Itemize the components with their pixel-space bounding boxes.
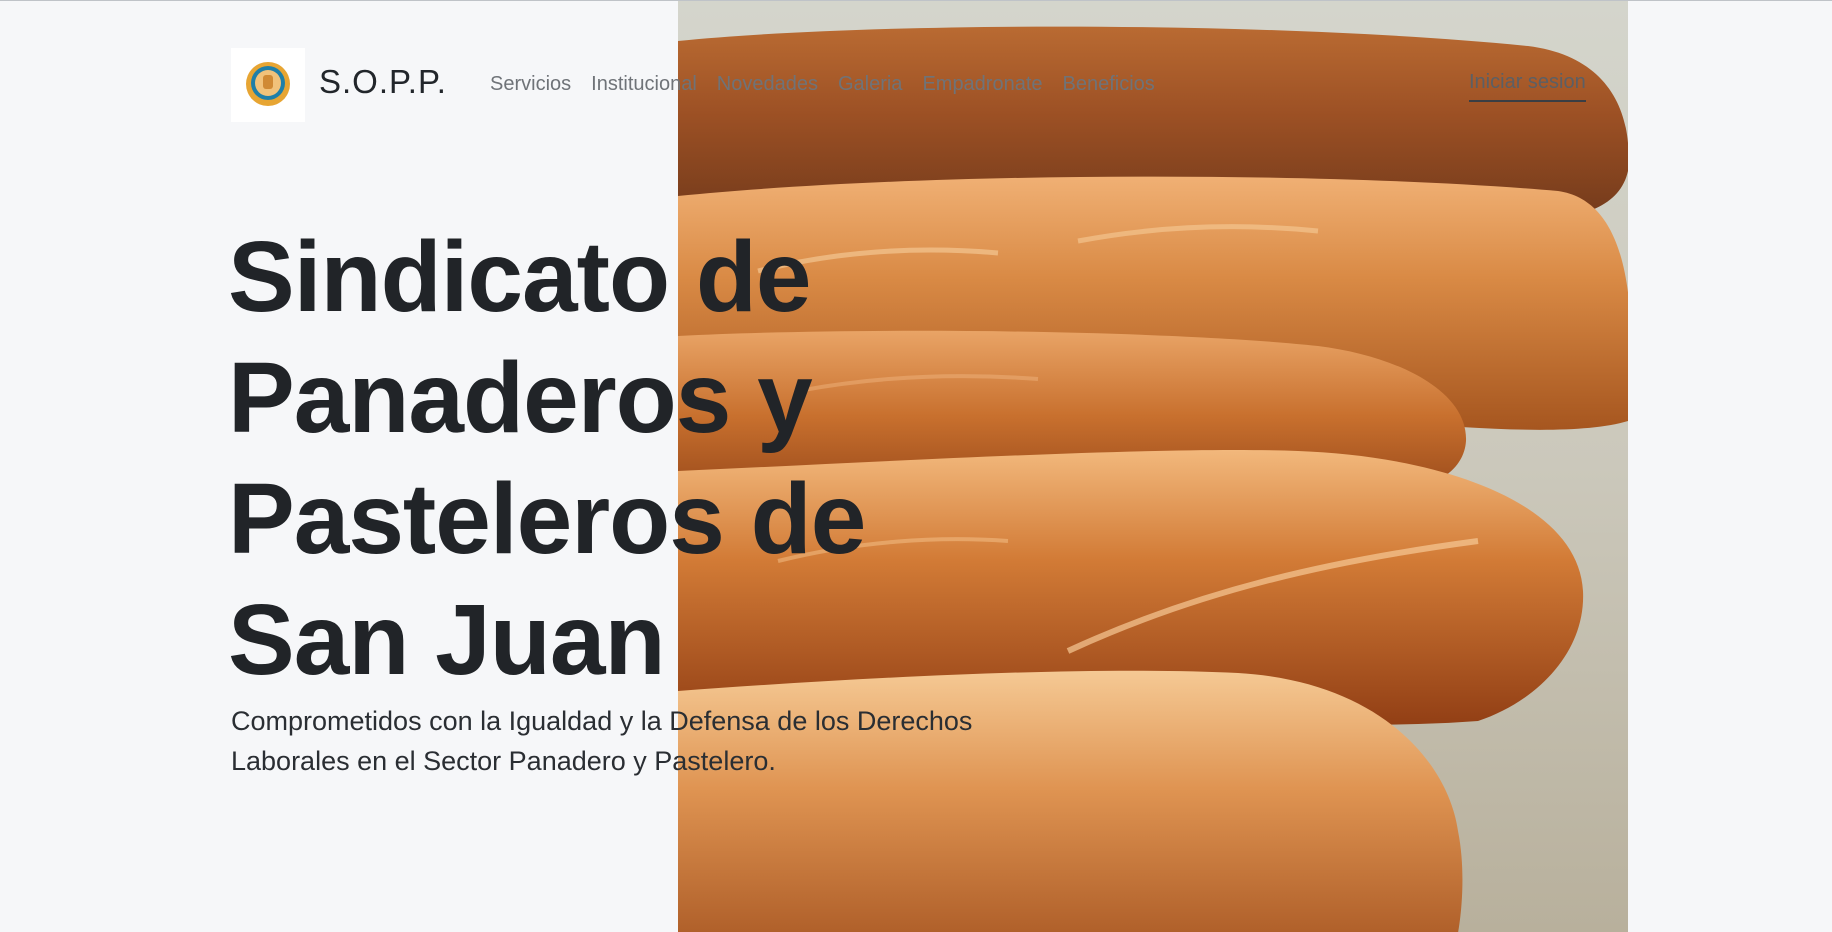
nav-galeria[interactable]: Galeria xyxy=(838,73,902,96)
brand-name[interactable]: S.O.P.P. xyxy=(319,63,447,101)
logo[interactable] xyxy=(231,48,305,122)
nav-beneficios[interactable]: Beneficios xyxy=(1063,73,1155,96)
nav-empadronate[interactable]: Empadronate xyxy=(922,73,1042,96)
hero-title: Sindicato de Panaderos y Pasteleros de S… xyxy=(228,221,866,696)
hero-subtitle: Comprometidos con la Igualdad y la Defen… xyxy=(231,706,973,776)
nav-servicios[interactable]: Servicios xyxy=(490,73,571,96)
nav-novedades[interactable]: Novedades xyxy=(717,73,818,96)
main-nav: Servicios Institucional Novedades Galeri… xyxy=(490,73,1175,96)
login-link[interactable]: Iniciar sesion xyxy=(1469,71,1586,102)
nav-institucional[interactable]: Institucional xyxy=(591,73,697,96)
union-fist-logo-icon xyxy=(246,62,290,106)
page: S.O.P.P. Servicios Institucional Novedad… xyxy=(0,0,1832,932)
